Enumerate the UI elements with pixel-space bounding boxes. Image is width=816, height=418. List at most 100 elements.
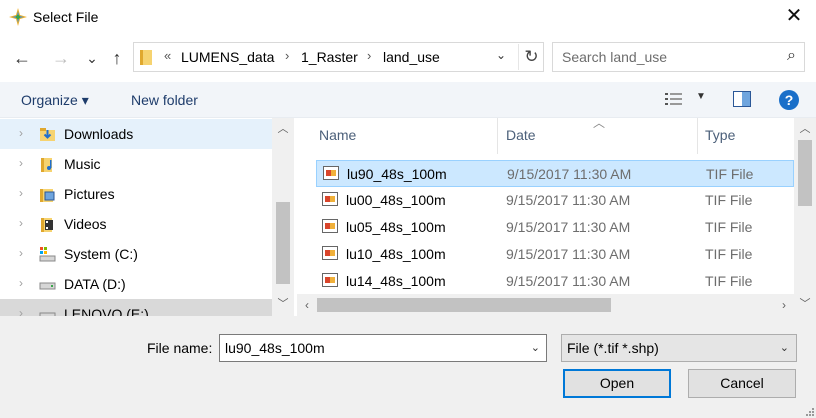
file-name: lu05_48s_100m [346, 219, 446, 235]
expand-chevron-icon[interactable]: › [19, 306, 23, 316]
open-button[interactable]: Open [563, 369, 671, 398]
expand-chevron-icon[interactable]: › [19, 216, 23, 230]
tif-image-file-icon [322, 192, 338, 206]
folder-icon [140, 50, 152, 65]
recent-locations-chevron-icon[interactable]: ⌄ [82, 48, 102, 68]
scrollbar-thumb[interactable] [317, 298, 611, 312]
navigation-pane-scrollbar[interactable]: ︿ ﹀ [272, 118, 294, 316]
scroll-right-arrow-icon[interactable]: › [774, 294, 794, 316]
file-date: 9/15/2017 11:30 AM [506, 219, 631, 235]
sidebar-item-label: DATA (D:) [64, 276, 126, 292]
scrollbar-thumb[interactable] [276, 202, 290, 284]
file-date: 9/15/2017 11:30 AM [506, 246, 631, 262]
file-row[interactable]: lu05_48s_100m 9/15/2017 11:30 AM TIF Fil… [316, 214, 794, 241]
sort-ascending-icon: ︿ [593, 118, 606, 130]
organize-menu-button[interactable]: Organize ▾ [21, 92, 89, 109]
view-details-icon[interactable] [664, 91, 684, 107]
cancel-button[interactable]: Cancel [688, 369, 796, 398]
sidebar-item-lenovo-e[interactable]: › LENOVO (E:) [0, 299, 272, 316]
navigation-bar: ← → ⌄ ↑ « LUMENS_data › 1_Raster › land_… [0, 40, 816, 76]
search-icon[interactable]: ⌕ [787, 47, 796, 65]
breadcrumb-land-use[interactable]: land_use [383, 49, 440, 65]
breadcrumb-overflow-icon[interactable]: « [164, 48, 171, 63]
scroll-down-arrow-icon[interactable]: ﹀ [794, 295, 816, 313]
file-name: lu00_48s_100m [346, 192, 446, 208]
column-divider[interactable] [497, 118, 498, 154]
file-name: lu14_48s_100m [346, 273, 446, 289]
column-divider[interactable] [697, 118, 698, 154]
expand-chevron-icon[interactable]: › [19, 186, 23, 200]
file-name-field[interactable]: lu90_48s_100m ⌄ [219, 334, 547, 362]
app-logo-icon [9, 8, 27, 26]
file-type: TIF File [705, 246, 753, 262]
scroll-left-arrow-icon[interactable]: ‹ [297, 294, 317, 316]
forward-arrow-icon[interactable]: → [51, 48, 71, 68]
sidebar-item-downloads[interactable]: › Downloads [0, 119, 272, 149]
close-icon[interactable]: ✕ [784, 6, 804, 26]
file-row[interactable]: lu14_48s_100m 9/15/2017 11:30 AM TIF Fil… [316, 268, 794, 295]
tif-image-file-icon [322, 273, 338, 287]
up-arrow-icon[interactable]: ↑ [107, 48, 127, 68]
sidebar-item-label: Videos [64, 216, 107, 232]
view-options-dropdown-icon[interactable]: ▼ [696, 91, 706, 102]
tif-image-file-icon [322, 246, 338, 260]
address-dropdown-icon[interactable]: ⌄ [496, 48, 506, 62]
file-name: lu10_48s_100m [346, 246, 446, 262]
sidebar-item-system-c[interactable]: › System (C:) [0, 239, 272, 269]
column-header-date[interactable]: Date [506, 127, 536, 143]
back-arrow-icon[interactable]: ← [12, 48, 32, 68]
breadcrumb-1-raster[interactable]: 1_Raster [301, 49, 358, 65]
scrollbar-thumb[interactable] [798, 140, 812, 206]
tif-image-file-icon [322, 219, 338, 233]
expand-chevron-icon[interactable]: › [19, 276, 23, 290]
column-header-type[interactable]: Type [705, 127, 735, 143]
sidebar-item-videos[interactable]: › Videos [0, 209, 272, 239]
new-folder-button[interactable]: New folder [131, 92, 198, 108]
sidebar-item-label: LENOVO (E:) [64, 306, 149, 316]
file-date: 9/15/2017 11:30 AM [506, 273, 631, 289]
file-name: lu90_48s_100m [347, 166, 447, 182]
file-row[interactable]: lu00_48s_100m 9/15/2017 11:30 AM TIF Fil… [316, 187, 794, 214]
file-list-vertical-scrollbar[interactable]: ︿ ﹀ [794, 118, 816, 316]
sidebar-item-label: Music [64, 156, 101, 172]
scroll-up-arrow-icon[interactable]: ︿ [794, 120, 816, 138]
sidebar-item-music[interactable]: › Music [0, 149, 272, 179]
sidebar-item-data-d[interactable]: › DATA (D:) [0, 269, 272, 299]
window-title: Select File [33, 9, 99, 25]
refresh-icon[interactable]: ↻ [518, 44, 544, 70]
scroll-down-arrow-icon[interactable]: ﹀ [272, 295, 294, 313]
sidebar-item-label: Downloads [64, 126, 134, 142]
file-type: TIF File [705, 273, 753, 289]
breadcrumb-lumens-data[interactable]: LUMENS_data [181, 49, 274, 65]
drive-icon [39, 282, 56, 290]
filter-dropdown-icon[interactable]: ⌄ [780, 341, 789, 354]
file-name-value: lu90_48s_100m [225, 340, 325, 356]
file-row[interactable]: lu10_48s_100m 9/15/2017 11:30 AM TIF Fil… [316, 241, 794, 268]
breadcrumb-separator-icon[interactable]: › [285, 48, 289, 63]
file-list-horizontal-scrollbar[interactable]: ‹ › [297, 294, 794, 316]
address-bar[interactable]: « LUMENS_data › 1_Raster › land_use ⌄ ↻ [133, 42, 544, 72]
search-input[interactable]: Search land_use ⌕ [552, 42, 805, 72]
sidebar-item-label: Pictures [64, 186, 115, 202]
file-name-dropdown-icon[interactable]: ⌄ [531, 341, 540, 354]
preview-pane-icon[interactable] [733, 91, 751, 107]
file-type: TIF File [705, 219, 753, 235]
expand-chevron-icon[interactable]: › [19, 156, 23, 170]
expand-chevron-icon[interactable]: › [19, 126, 23, 140]
scroll-up-arrow-icon[interactable]: ︿ [272, 120, 294, 138]
expand-chevron-icon[interactable]: › [19, 246, 23, 260]
file-type-filter-select[interactable]: File (*.tif *.shp) ⌄ [561, 334, 797, 362]
system-drive-icon [39, 247, 56, 262]
breadcrumb-separator-icon[interactable]: › [367, 48, 371, 63]
sidebar-item-pictures[interactable]: › Pictures [0, 179, 272, 209]
column-header-name[interactable]: Name [319, 127, 356, 143]
pictures-icon [40, 189, 55, 202]
file-type: TIF File [705, 192, 753, 208]
dialog-footer: File name: lu90_48s_100m ⌄ File (*.tif *… [0, 316, 816, 418]
resize-grip-icon[interactable] [804, 406, 814, 416]
sidebar-item-label: System (C:) [64, 246, 138, 262]
file-row[interactable]: lu90_48s_100m 9/15/2017 11:30 AM TIF Fil… [316, 160, 794, 187]
downloads-icon [40, 128, 55, 141]
help-icon[interactable]: ? [779, 90, 799, 110]
search-placeholder: Search land_use [562, 49, 668, 65]
